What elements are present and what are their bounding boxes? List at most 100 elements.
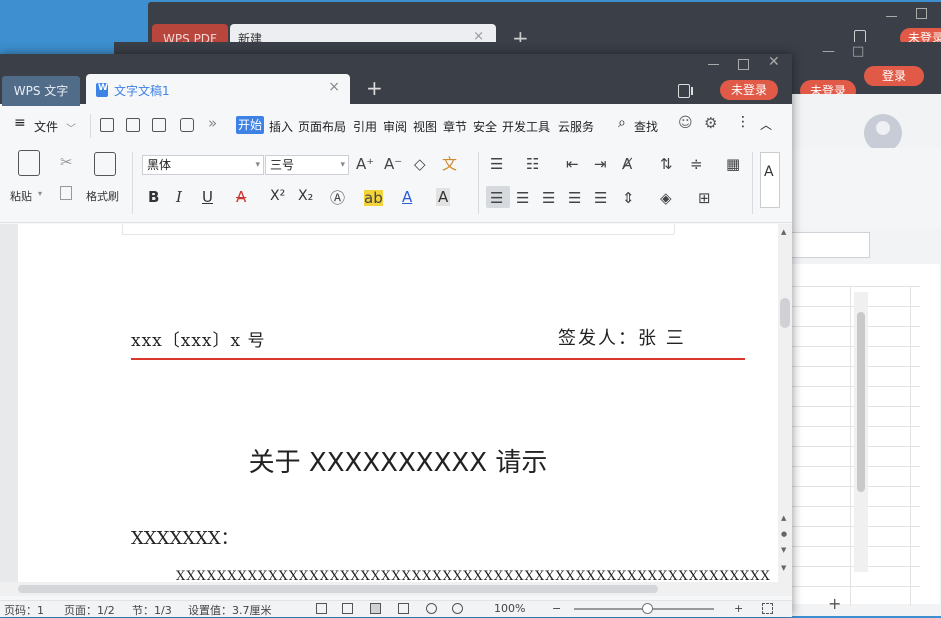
minimize-icon[interactable]: — — [822, 44, 835, 59]
bullet-list-icon[interactable]: ☰ — [490, 156, 503, 172]
paste-icon[interactable] — [18, 150, 40, 176]
tab-references[interactable]: 引用 — [353, 118, 377, 135]
gear-icon[interactable]: ⚙ — [704, 114, 717, 132]
cut-icon[interactable]: ✂ — [60, 154, 73, 170]
more-options-icon[interactable]: ⋮ — [736, 114, 750, 130]
select-browse-icon[interactable]: ● — [781, 530, 787, 538]
scroll-thumb[interactable] — [780, 298, 790, 328]
spacing-icon[interactable]: ≑ — [690, 156, 703, 172]
scroll-up-icon[interactable]: ▲ — [781, 228, 786, 236]
highlight-icon[interactable]: ab — [364, 190, 383, 206]
feedback-icon[interactable]: ☺ — [678, 115, 693, 131]
distributed-icon[interactable]: ☰ — [594, 190, 607, 206]
align-right-icon[interactable]: ☰ — [542, 190, 555, 206]
search-button[interactable]: 查找 — [634, 118, 658, 135]
vertical-scrollbar[interactable]: ▲ ▲ ● ▼ ▼ — [778, 224, 792, 584]
read-mode-icon[interactable] — [342, 603, 353, 614]
align-center-icon[interactable]: ☰ — [516, 190, 529, 206]
close-tab-icon[interactable]: × — [328, 79, 340, 95]
add-sheet-button[interactable]: + — [828, 594, 841, 613]
tab-view[interactable]: 视图 — [413, 118, 437, 135]
fit-page-icon[interactable] — [762, 603, 773, 614]
line-spacing-icon[interactable]: ⇕ — [622, 190, 635, 206]
avatar[interactable] — [864, 114, 902, 152]
eye-protection-icon[interactable] — [452, 603, 463, 614]
open-folder-icon[interactable] — [100, 118, 114, 132]
zoom-level[interactable]: 100% — [494, 602, 525, 615]
underline-button[interactable]: U — [202, 188, 213, 206]
more-icon[interactable]: » — [208, 114, 217, 132]
fullscreen-icon[interactable] — [316, 603, 327, 614]
shrink-font-icon[interactable]: A⁻ — [384, 156, 402, 172]
prev-page-icon[interactable]: ▲ — [781, 514, 786, 522]
tab-developer[interactable]: 开发工具 — [502, 118, 550, 135]
print-icon[interactable] — [180, 118, 194, 132]
collapse-ribbon-icon[interactable]: ︿ — [760, 116, 772, 133]
zoom-in-button[interactable]: + — [734, 602, 743, 615]
login-button[interactable]: 未登录 — [720, 80, 778, 100]
tab-cloud-service[interactable]: 云服务 — [558, 118, 594, 135]
document-page[interactable]: xxx〔xxx〕x 号 签发人：张 三 关于 XXXXXXXXXX 请示 XXX… — [18, 224, 778, 584]
superscript-button[interactable]: X² — [270, 188, 285, 204]
border-icon[interactable]: ⊞ — [698, 190, 711, 206]
tab-security[interactable]: 安全 — [473, 118, 497, 135]
login-button[interactable]: 登录 — [864, 66, 924, 86]
styles-gallery[interactable] — [760, 152, 780, 208]
tab-page-layout[interactable]: 页面布局 — [298, 118, 346, 135]
text-effect-icon[interactable]: Ⓐ — [330, 190, 345, 206]
tab-insert[interactable]: 插入 — [269, 118, 293, 135]
tab-wps-writer[interactable]: WPS 文字 — [2, 76, 80, 106]
zoom-out-button[interactable]: − — [552, 602, 561, 615]
next-page-icon[interactable]: ▼ — [781, 546, 786, 554]
clear-format-icon[interactable]: ◇ — [414, 156, 426, 172]
scroll-thumb[interactable] — [18, 585, 658, 593]
format-painter-icon[interactable] — [94, 152, 116, 176]
tab-review[interactable]: 审阅 — [383, 118, 407, 135]
horizontal-scrollbar[interactable] — [0, 582, 792, 596]
tab-start[interactable]: 开始 — [236, 116, 265, 134]
paste-button[interactable]: 粘贴 — [10, 188, 32, 204]
font-size-select[interactable]: 三号 ▾ — [265, 155, 349, 175]
sort-icon[interactable]: ⇅ — [660, 156, 673, 172]
strikethrough-button[interactable]: A — [236, 188, 246, 206]
search-icon[interactable]: ⌕ — [618, 115, 626, 131]
text-direction-icon[interactable]: Ⱥ — [622, 156, 632, 172]
export-pdf-icon[interactable] — [152, 118, 166, 132]
menu-file[interactable]: 文件 — [34, 118, 58, 135]
zoom-slider-handle[interactable] — [642, 603, 653, 614]
chevron-down-icon[interactable]: ▾ — [38, 189, 42, 198]
outline-view-icon[interactable] — [398, 603, 409, 614]
device-icon[interactable] — [678, 84, 693, 98]
maximize-icon[interactable]: □ — [852, 44, 864, 59]
minimize-icon[interactable] — [708, 64, 719, 65]
shading-icon[interactable]: ◈ — [660, 190, 672, 206]
tab-chapter[interactable]: 章节 — [443, 118, 467, 135]
format-painter-button[interactable]: 格式刷 — [86, 188, 119, 204]
save-icon[interactable] — [126, 118, 140, 132]
hamburger-icon[interactable]: ≡ — [14, 115, 26, 131]
table-of-contents-icon[interactable]: ▦ — [726, 156, 740, 172]
new-tab-button[interactable]: + — [366, 76, 383, 100]
grow-font-icon[interactable]: A⁺ — [356, 156, 374, 172]
maximize-icon[interactable] — [738, 59, 749, 70]
scroll-down-icon[interactable]: ▼ — [781, 564, 786, 572]
font-color-button[interactable]: A — [402, 188, 412, 206]
italic-button[interactable]: I — [176, 188, 182, 206]
numbered-list-icon[interactable]: ☷ — [526, 156, 539, 172]
vertical-scrollbar[interactable] — [854, 292, 868, 572]
copy-icon[interactable] — [60, 186, 72, 200]
subscript-button[interactable]: X₂ — [298, 188, 313, 204]
scroll-thumb[interactable] — [857, 312, 865, 492]
phonetic-icon[interactable]: 文 — [442, 156, 457, 172]
close-window-icon[interactable]: ✕ — [768, 54, 780, 70]
chevron-down-icon[interactable]: ﹀ — [66, 120, 76, 135]
char-shading-button[interactable]: A — [436, 188, 451, 206]
increase-indent-icon[interactable]: ⇥ — [594, 156, 607, 172]
minimize-icon[interactable] — [886, 16, 897, 17]
font-name-select[interactable]: 黑体 ▾ — [142, 155, 264, 175]
decrease-indent-icon[interactable]: ⇤ — [566, 156, 579, 172]
formula-bar[interactable] — [790, 232, 870, 258]
bold-button[interactable]: B — [148, 188, 159, 206]
maximize-icon[interactable] — [916, 8, 927, 19]
justify-icon[interactable]: ☰ — [568, 190, 581, 206]
